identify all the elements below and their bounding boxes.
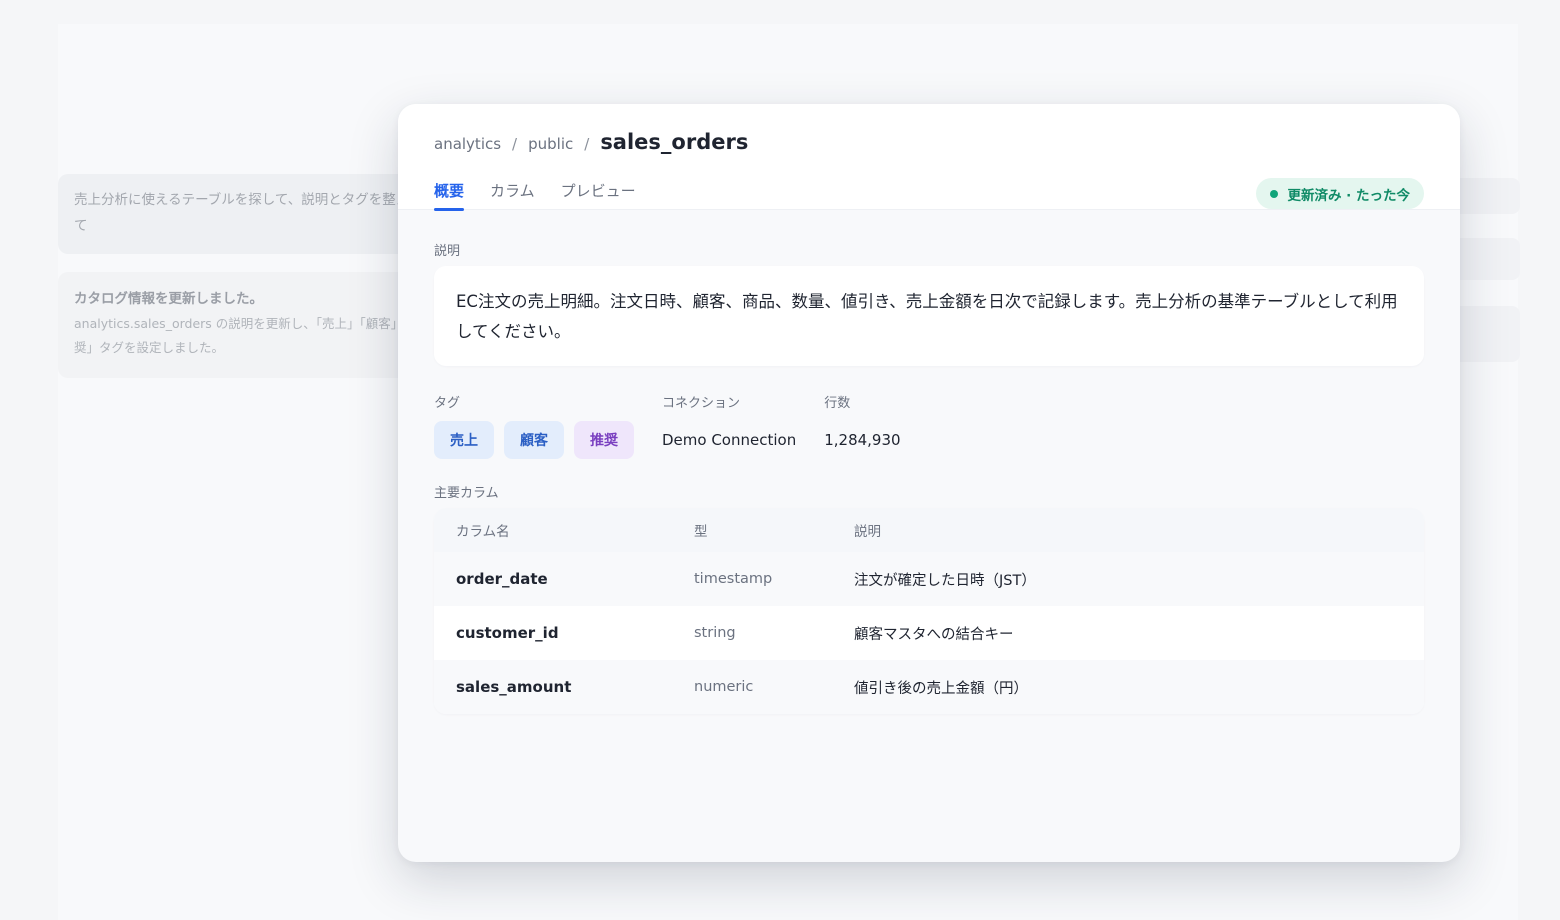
breadcrumb-separator: / (512, 135, 518, 153)
column-type: timestamp (694, 571, 773, 587)
row-count-value: 1,284,930 (824, 431, 901, 449)
column-header-description: 説明 (854, 524, 881, 540)
user-message-text: 売上分析に使えるテーブルを探して、説明とタグを整えて (74, 192, 410, 234)
breadcrumb-schema[interactable]: public (528, 135, 573, 153)
tab-bar: 概要 カラム プレビュー (434, 180, 636, 211)
breadcrumb-database[interactable]: analytics (434, 135, 501, 153)
tag-chip-customer[interactable]: 顧客 (504, 421, 564, 459)
breadcrumb-separator: / (584, 135, 590, 153)
status-dot-icon (1270, 189, 1279, 198)
column-name: customer_id (456, 624, 559, 642)
connection-value: Demo Connection (662, 431, 797, 449)
column-description: 値引き後の売上金額（円） (854, 680, 1028, 697)
page-title: sales_orders (600, 130, 749, 154)
user-message: 売上分析に使えるテーブルを探して、説明とタグを整えて (58, 174, 438, 254)
assistant-message-title: カタログ情報を更新しました。 (74, 291, 263, 307)
description-text: EC注文の売上明細。注文日時、顧客、商品、数量、値引き、売上金額を日次で記録しま… (456, 292, 1398, 341)
connection-label: コネクション (662, 396, 741, 411)
table-detail-modal: analytics / public / sales_orders 概要 カラム… (398, 104, 1460, 862)
meta-row: タグ 売上 顧客 推奨 コネクション Demo Connection 行数 1,… (434, 392, 901, 459)
table-body: order_date timestamp 注文が確定した日時（JST） cust… (434, 552, 1424, 714)
assistant-message: カタログ情報を更新しました。 analytics.sales_orders の説… (58, 272, 438, 378)
tags-block: タグ 売上 顧客 推奨 (434, 392, 634, 459)
column-description: 顧客マスタへの結合キー (854, 626, 1014, 643)
tag-chip-recommended[interactable]: 推奨 (574, 421, 634, 459)
tab-preview[interactable]: プレビュー (561, 180, 636, 209)
status-text: 更新済み · たった今 (1287, 187, 1410, 204)
description-label: 説明 (434, 244, 461, 259)
tag-list: 売上 顧客 推奨 (434, 421, 634, 459)
row-count-label: 行数 (824, 396, 851, 411)
tag-chip-sales[interactable]: 売上 (434, 421, 494, 459)
table-header: カラム名 型 説明 (434, 508, 1424, 552)
modal-header: analytics / public / sales_orders 概要 カラム… (398, 104, 1460, 211)
key-columns-table: カラム名 型 説明 order_date timestamp 注文が確定した日時… (434, 508, 1424, 714)
tags-label: タグ (434, 396, 461, 411)
tab-overview[interactable]: 概要 (434, 180, 465, 211)
table-row[interactable]: customer_id string 顧客マスタへの結合キー (434, 606, 1424, 660)
table-row[interactable]: sales_amount numeric 値引き後の売上金額（円） (434, 660, 1424, 714)
table-row[interactable]: order_date timestamp 注文が確定した日時（JST） (434, 552, 1424, 606)
row-count-block: 行数 1,284,930 (824, 392, 900, 459)
key-columns-label: 主要カラム (434, 486, 499, 501)
column-header-type: 型 (694, 524, 708, 540)
description-card: EC注文の売上明細。注文日時、顧客、商品、数量、値引き、売上金額を日次で記録しま… (434, 266, 1424, 366)
tab-columns[interactable]: カラム (490, 180, 535, 209)
column-header-name: カラム名 (456, 524, 510, 540)
status-badge: 更新済み · たった今 (1256, 178, 1424, 209)
column-description: 注文が確定した日時（JST） (854, 572, 1036, 589)
column-name: order_date (456, 570, 548, 588)
assistant-message-body: analytics.sales_orders の説明を更新し、「売上」「顧客」「… (74, 316, 423, 355)
connection-block: コネクション Demo Connection (662, 392, 796, 459)
column-type: numeric (694, 679, 754, 695)
breadcrumb: analytics / public / sales_orders (434, 130, 748, 154)
column-type: string (694, 625, 736, 641)
column-name: sales_amount (456, 678, 572, 696)
